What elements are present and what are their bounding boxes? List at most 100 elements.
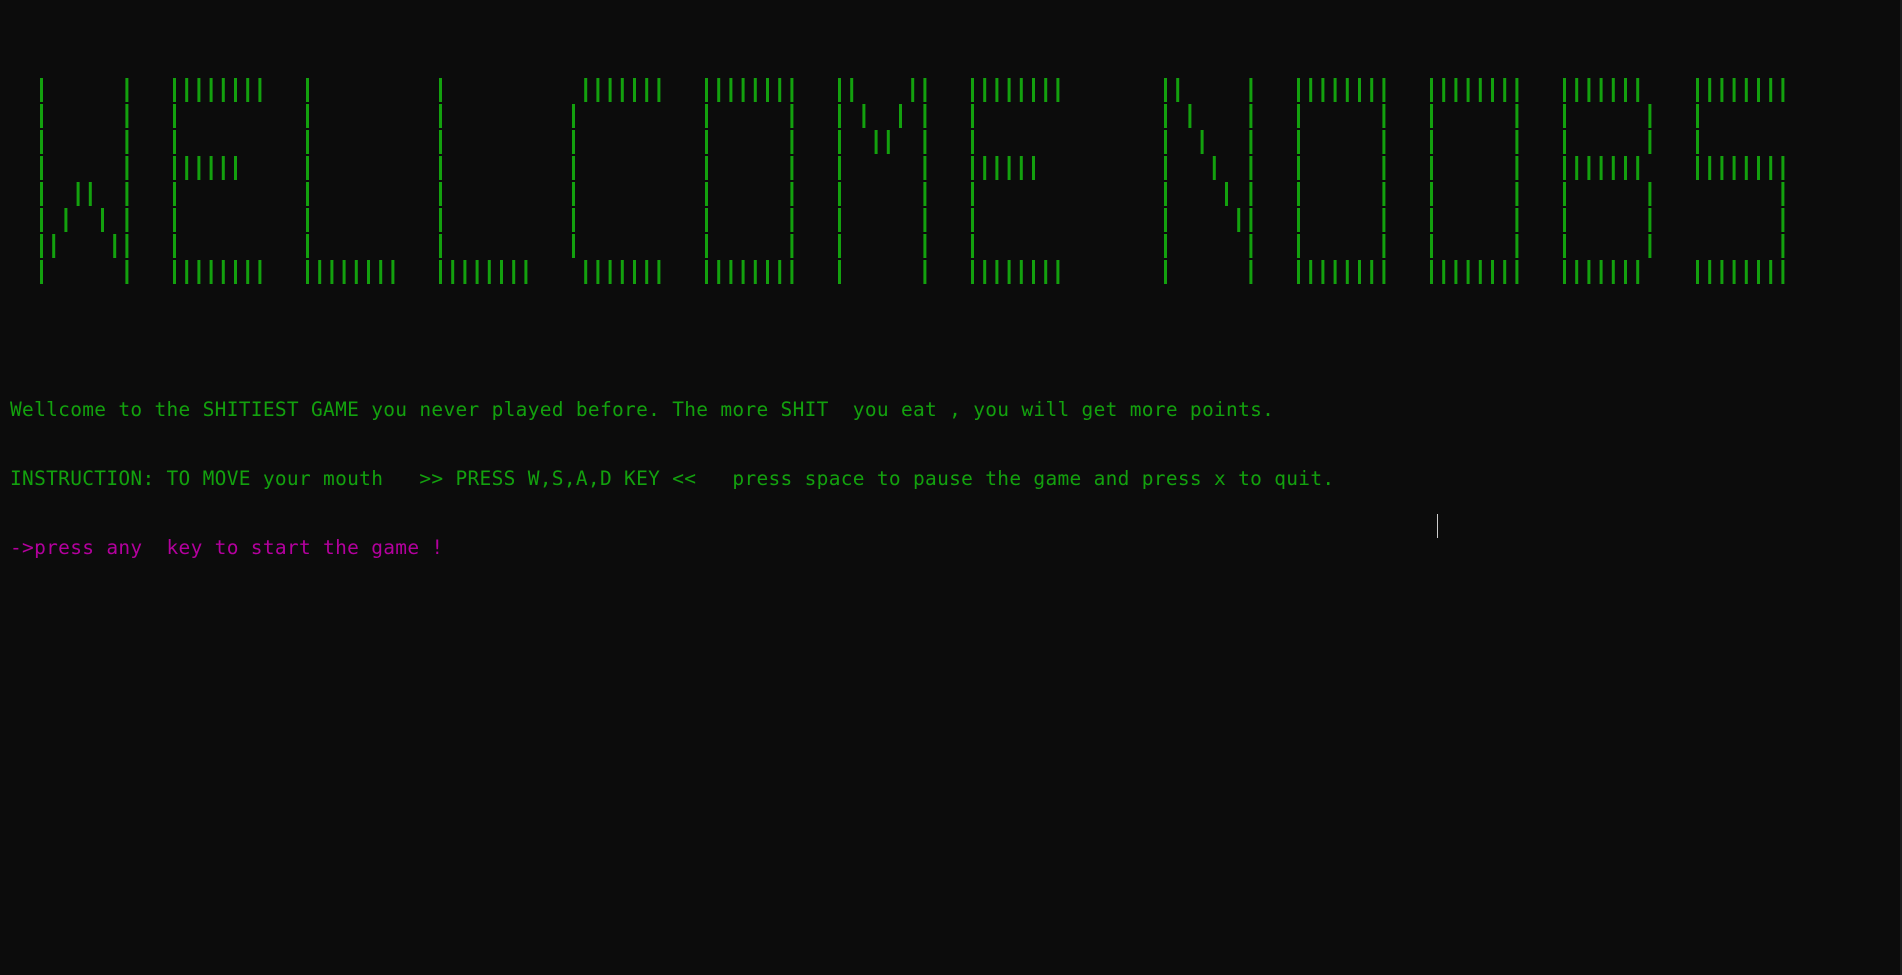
banner-stroke-o-10 bbox=[1309, 260, 1313, 284]
banner-stroke-n-9 bbox=[1200, 130, 1204, 154]
banner-stroke-e-1 bbox=[258, 78, 262, 102]
banner-stroke-l-2 bbox=[306, 130, 309, 154]
banner-stroke-o-5 bbox=[705, 78, 708, 102]
terminal-window[interactable]: Wellcome to the SHITIEST GAME you never … bbox=[0, 0, 1902, 975]
banner-stroke-l-2 bbox=[379, 260, 383, 284]
banner-stroke-e-1 bbox=[173, 104, 176, 128]
banner-stroke-e-1 bbox=[197, 78, 201, 102]
banner-stroke-b-12 bbox=[1563, 208, 1566, 232]
banner-stroke-c-4 bbox=[572, 234, 575, 258]
banner-stroke-s-13 bbox=[1744, 78, 1748, 102]
banner-stroke-o-10 bbox=[1382, 130, 1386, 154]
banner-stroke-l-2 bbox=[342, 260, 346, 284]
banner-stroke-o-5 bbox=[729, 78, 733, 102]
banner-stroke-n-9 bbox=[1164, 234, 1167, 258]
banner-stroke-e-7 bbox=[983, 156, 987, 180]
banner-stroke-o-5 bbox=[717, 78, 721, 102]
banner-stroke-b-12 bbox=[1624, 156, 1627, 180]
banner-stroke-b-12 bbox=[1575, 260, 1579, 284]
banner-stroke-c-4 bbox=[620, 260, 624, 284]
banner-stroke-s-13 bbox=[1781, 78, 1785, 102]
banner-stroke-o-11 bbox=[1442, 260, 1446, 284]
banner-stroke-n-9 bbox=[1249, 104, 1253, 128]
banner-stroke-m-6 bbox=[923, 104, 927, 128]
banner-stroke-c-4 bbox=[572, 182, 575, 206]
banner-stroke-o-11 bbox=[1454, 78, 1458, 102]
banner-stroke-e-7 bbox=[971, 78, 974, 102]
banner-stroke-o-5 bbox=[741, 78, 745, 102]
banner-stroke-e-1 bbox=[197, 260, 201, 284]
banner-stroke-s-13 bbox=[1757, 156, 1760, 180]
banner-stroke-m-6 bbox=[911, 78, 915, 102]
banner-stroke-l-3 bbox=[524, 260, 528, 284]
banner-stroke-n-9 bbox=[1164, 156, 1167, 180]
banner-stroke-c-4 bbox=[645, 78, 649, 102]
banner-stroke-w-0 bbox=[40, 208, 43, 232]
banner-stroke-b-12 bbox=[1636, 260, 1640, 284]
banner-stroke-b-12 bbox=[1587, 260, 1591, 284]
banner-stroke-o-11 bbox=[1466, 260, 1470, 284]
banner-stroke-o-5 bbox=[790, 156, 794, 180]
banner-stroke-o-11 bbox=[1515, 182, 1519, 206]
banner-stroke-e-1 bbox=[234, 156, 237, 180]
banner-stroke-c-4 bbox=[608, 260, 612, 284]
banner-stroke-l-2 bbox=[318, 260, 322, 284]
banner-stroke-l-3 bbox=[463, 260, 467, 284]
banner-stroke-o-5 bbox=[766, 78, 769, 102]
banner-stroke-e-7 bbox=[1032, 78, 1035, 102]
banner-stroke-l-3 bbox=[439, 260, 442, 284]
banner-stroke-w-0 bbox=[125, 182, 129, 206]
banner-stroke-w-0 bbox=[40, 156, 43, 180]
banner-stroke-n-9 bbox=[1237, 208, 1241, 232]
banner-stroke-o-5 bbox=[790, 78, 794, 102]
banner-stroke-s-13 bbox=[1732, 78, 1736, 102]
banner-stroke-s-13 bbox=[1744, 260, 1748, 284]
banner-stroke-m-6 bbox=[923, 260, 927, 284]
banner-stroke-s-13 bbox=[1696, 260, 1699, 284]
banner-stroke-w-0 bbox=[125, 156, 129, 180]
banner-stroke-o-5 bbox=[753, 260, 757, 284]
banner-stroke-e-7 bbox=[971, 130, 974, 154]
banner-stroke-o-5 bbox=[790, 208, 794, 232]
banner-stroke-o-5 bbox=[790, 260, 794, 284]
banner-stroke-b-12 bbox=[1599, 78, 1603, 102]
banner-stroke-c-4 bbox=[572, 130, 575, 154]
banner-stroke-w-0 bbox=[40, 234, 43, 258]
banner-stroke-s-13 bbox=[1708, 156, 1712, 180]
banner-stroke-o-11 bbox=[1515, 234, 1519, 258]
banner-stroke-e-1 bbox=[209, 78, 213, 102]
banner-stroke-b-12 bbox=[1563, 260, 1566, 284]
banner-stroke-w-0 bbox=[125, 78, 129, 102]
banner-stroke-e-7 bbox=[1007, 156, 1011, 180]
banner-stroke-e-1 bbox=[234, 78, 237, 102]
banner-stroke-b-12 bbox=[1563, 130, 1566, 154]
banner-stroke-o-11 bbox=[1442, 78, 1446, 102]
banner-stroke-l-3 bbox=[439, 182, 442, 206]
banner-stroke-w-0 bbox=[64, 208, 68, 232]
banner-stroke-n-9 bbox=[1188, 104, 1192, 128]
banner-stroke-o-11 bbox=[1430, 182, 1433, 206]
banner-stroke-b-12 bbox=[1563, 234, 1566, 258]
banner-stroke-m-6 bbox=[838, 182, 841, 206]
banner-stroke-w-0 bbox=[125, 260, 129, 284]
banner-stroke-b-12 bbox=[1648, 104, 1652, 128]
banner-stroke-o-11 bbox=[1430, 156, 1433, 180]
banner-stroke-m-6 bbox=[886, 130, 890, 154]
banner-stroke-w-0 bbox=[40, 260, 43, 284]
banner-stroke-w-0 bbox=[40, 130, 43, 154]
banner-stroke-o-11 bbox=[1454, 260, 1458, 284]
instruction-message: INSTRUCTION: TO MOVE your mouth >> PRESS… bbox=[10, 467, 1335, 490]
banner-stroke-o-11 bbox=[1515, 78, 1519, 102]
banner-stroke-e-1 bbox=[185, 260, 189, 284]
banner-stroke-b-12 bbox=[1648, 182, 1652, 206]
banner-stroke-m-6 bbox=[838, 78, 841, 102]
banner-stroke-s-13 bbox=[1732, 156, 1736, 180]
banner-stroke-e-1 bbox=[197, 156, 201, 180]
banner-stroke-e-7 bbox=[971, 234, 974, 258]
banner-stroke-e-1 bbox=[246, 78, 250, 102]
banner-stroke-o-10 bbox=[1297, 208, 1300, 232]
banner-stroke-c-4 bbox=[657, 78, 661, 102]
banner-stroke-e-1 bbox=[173, 182, 176, 206]
banner-stroke-b-12 bbox=[1587, 156, 1591, 180]
banner-stroke-l-3 bbox=[439, 78, 442, 102]
